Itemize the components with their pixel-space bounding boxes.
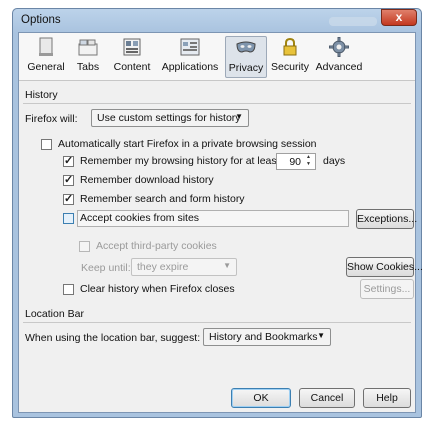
- title-bar-blur: [329, 17, 377, 26]
- tab-label: Applications: [161, 61, 219, 73]
- remember-browsing-checkbox[interactable]: [63, 154, 74, 167]
- history-days-stepper[interactable]: 90 ▲ ▼: [276, 153, 316, 170]
- remember-search-label: Remember search and form history: [80, 193, 245, 205]
- accept-cookies-checkbox[interactable]: [63, 213, 74, 224]
- accept-cookies-label: Accept cookies from sites: [80, 212, 200, 224]
- private-browsing-label: Automatically start Firefox in a private…: [58, 138, 317, 150]
- third-party-cookies-label: Accept third-party cookies: [96, 240, 217, 252]
- tab-label: Security: [271, 61, 309, 73]
- category-toolbar: General Tabs Content Applications Privac…: [19, 33, 415, 81]
- tab-security[interactable]: Security: [269, 36, 311, 78]
- tabs-icon: [77, 36, 99, 58]
- chevron-down-icon: ▼: [235, 112, 243, 121]
- firefox-will-label: Firefox will:: [25, 113, 78, 125]
- options-window: Options x General Tabs Content Applicati…: [12, 8, 423, 418]
- tab-applications[interactable]: Applications: [157, 36, 223, 78]
- content-icon: [121, 36, 143, 58]
- chevron-down-icon: ▼: [223, 261, 231, 270]
- tab-privacy[interactable]: Privacy: [225, 36, 267, 78]
- remember-download-checkbox[interactable]: [63, 173, 74, 186]
- history-separator: [23, 103, 411, 104]
- tab-label: Advanced: [315, 61, 363, 73]
- tab-label: General: [27, 61, 65, 73]
- keep-until-value: they expire: [137, 261, 189, 273]
- clear-settings-button[interactable]: Settings...: [360, 279, 414, 299]
- history-group-title: History: [25, 89, 58, 101]
- cancel-button[interactable]: Cancel: [299, 388, 355, 408]
- remember-browsing-label: Remember my browsing history for at leas…: [80, 155, 280, 167]
- title-bar[interactable]: Options x: [13, 9, 421, 33]
- spin-arrows-icon[interactable]: ▲ ▼: [303, 154, 314, 169]
- history-mode-value: Use custom settings for history: [97, 112, 241, 124]
- lock-icon: [279, 36, 301, 58]
- keep-until-select[interactable]: they expire ▼: [131, 258, 237, 276]
- history-days-value: 90: [289, 156, 301, 168]
- clear-history-checkbox[interactable]: [63, 284, 74, 295]
- suggest-select[interactable]: History and Bookmarks ▼: [203, 328, 331, 346]
- suggest-label: When using the location bar, suggest:: [25, 332, 201, 344]
- exceptions-button[interactable]: Exceptions...: [356, 209, 417, 229]
- history-mode-select[interactable]: Use custom settings for history ▼: [91, 109, 249, 127]
- location-bar-separator: [23, 322, 411, 323]
- close-button[interactable]: x: [381, 9, 417, 26]
- third-party-cookies-checkbox[interactable]: [79, 241, 90, 252]
- remember-search-checkbox[interactable]: [63, 192, 74, 205]
- window-title: Options: [21, 14, 61, 26]
- chevron-down-icon: ▼: [317, 331, 325, 340]
- tab-label: Tabs: [76, 61, 100, 73]
- keep-until-label: Keep until:: [81, 262, 131, 274]
- show-cookies-button[interactable]: Show Cookies...: [346, 257, 423, 277]
- suggest-value: History and Bookmarks: [209, 331, 318, 343]
- days-label: days: [323, 155, 346, 167]
- help-button[interactable]: Help: [363, 388, 411, 408]
- tab-label: Content: [113, 61, 151, 73]
- tab-tabs[interactable]: Tabs: [71, 36, 105, 78]
- remember-download-label: Remember download history: [80, 174, 214, 186]
- tab-label: Privacy: [228, 62, 264, 74]
- tab-advanced[interactable]: Advanced: [315, 36, 363, 78]
- gear-icon: [328, 36, 350, 58]
- privacy-mask-icon: [235, 37, 257, 59]
- general-icon: [35, 36, 57, 58]
- tab-content[interactable]: Content: [109, 36, 155, 78]
- private-browsing-checkbox[interactable]: [41, 139, 52, 150]
- clear-history-label: Clear history when Firefox closes: [80, 283, 235, 295]
- applications-icon: [179, 36, 201, 58]
- location-bar-group-title: Location Bar: [25, 308, 84, 320]
- dialog-body: General Tabs Content Applications Privac…: [18, 32, 423, 413]
- tab-general[interactable]: General: [25, 36, 67, 78]
- ok-button[interactable]: OK: [231, 388, 291, 408]
- dialog-footer: OK Cancel Help: [19, 386, 415, 412]
